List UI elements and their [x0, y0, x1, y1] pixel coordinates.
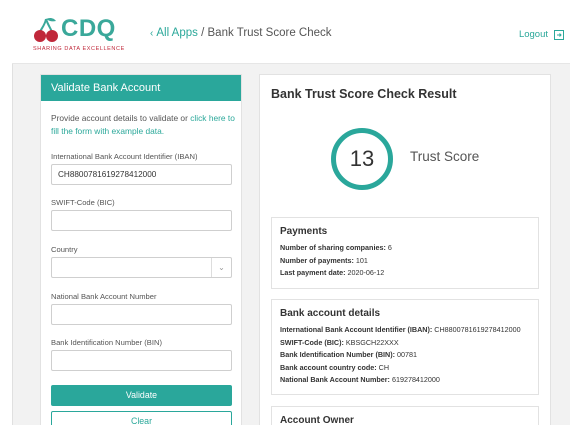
- bank-details-row: National Bank Account Number: 6192784120…: [280, 375, 440, 385]
- form-intro-text: Provide account details to validate or: [51, 113, 191, 123]
- logo-text: CDQ: [61, 15, 116, 42]
- logo-subtitle: SHARING DATA EXCELLENCE: [33, 46, 125, 52]
- bank-details-row: International Bank Account Identifier (I…: [280, 325, 521, 334]
- breadcrumb-current: Bank Trust Score Check: [207, 27, 332, 39]
- bank-details-title: Bank account details: [280, 308, 381, 319]
- logout-icon: [554, 29, 564, 40]
- result-panel: Bank Trust Score Check Result 13 Trust S…: [259, 74, 551, 425]
- clear-button[interactable]: Clear: [51, 411, 232, 425]
- form-title: Validate Bank Account: [41, 75, 241, 101]
- national-account-input[interactable]: [51, 304, 232, 325]
- swift-label: SWIFT-Code (BIC): [51, 198, 115, 207]
- breadcrumb-separator: /: [201, 27, 205, 39]
- account-owner-title: Account Owner: [280, 415, 354, 425]
- app-header: CDQ SHARING DATA EXCELLENCE ‹ All Apps / …: [12, 0, 570, 64]
- validate-form-panel: Validate Bank Account Provide account de…: [40, 74, 242, 425]
- payments-row: Last payment date: 2020-06-12: [280, 268, 385, 278]
- iban-input[interactable]: CH8800781619278412000: [51, 164, 232, 185]
- iban-label: International Bank Account Identifier (I…: [51, 152, 198, 161]
- logout-label: Logout: [518, 29, 548, 40]
- bank-details-row: Bank account country code: CH: [280, 362, 390, 372]
- logout-button[interactable]: Logout: [519, 29, 564, 40]
- payments-row: Number of sharing companies: 6: [280, 243, 392, 252]
- cdq-logo[interactable]: CDQ SHARING DATA EXCELLENCE: [32, 15, 142, 55]
- cherry-logo-icon: [34, 17, 58, 42]
- country-label: Country: [51, 245, 78, 254]
- trust-score-ring: 13: [331, 128, 393, 190]
- national-account-label: National Bank Account Number: [51, 292, 157, 301]
- bin-label: Bank Identification Number (BIN): [51, 338, 162, 347]
- bank-details-row: SWIFT-Code (BIC): KBSGCH22XXX: [280, 337, 399, 347]
- breadcrumb-all-apps-link[interactable]: All Apps: [156, 27, 198, 39]
- chevron-left-icon: ‹: [150, 28, 154, 39]
- swift-input[interactable]: [51, 210, 232, 231]
- payments-card: Payments Number of sharing companies: 6 …: [271, 217, 539, 289]
- validate-button[interactable]: Validate: [51, 385, 232, 406]
- trust-score-label: Trust Score: [410, 149, 480, 164]
- payments-title: Payments: [280, 226, 328, 237]
- account-owner-card: Account Owner: [271, 406, 539, 425]
- trust-score-value: 13: [349, 146, 375, 171]
- bin-input[interactable]: [51, 350, 232, 371]
- bank-details-row: Bank Identification Number (BIN): 00781: [280, 350, 418, 360]
- bank-details-card: Bank account details International Bank …: [271, 299, 539, 395]
- payments-row: Number of payments: 101: [280, 255, 368, 265]
- country-select[interactable]: ⌄: [51, 257, 232, 278]
- chevron-down-icon[interactable]: ⌄: [211, 258, 231, 277]
- breadcrumb: ‹ All Apps / Bank Trust Score Check: [150, 27, 332, 39]
- form-intro: Provide account details to validate or c…: [51, 112, 236, 138]
- result-title: Bank Trust Score Check Result: [271, 87, 457, 101]
